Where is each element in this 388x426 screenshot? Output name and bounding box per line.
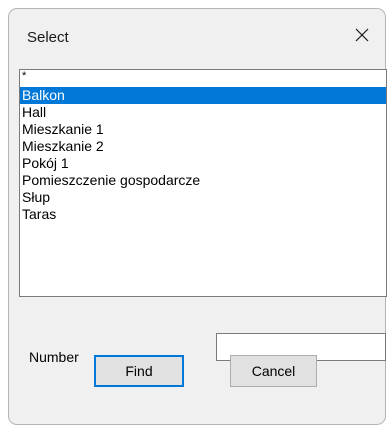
close-icon: [355, 28, 369, 42]
list-item-balkon[interactable]: Balkon: [20, 87, 386, 104]
dialog-title: Select: [27, 29, 69, 46]
list-item-hall[interactable]: Hall: [20, 104, 386, 121]
number-label: Number: [29, 349, 79, 365]
cancel-button[interactable]: Cancel: [230, 355, 317, 387]
list-item-slup[interactable]: Słup: [20, 189, 386, 206]
select-dialog: Select * Balkon Hall Mieszkanie 1 Mieszk…: [8, 8, 387, 425]
list-item-all[interactable]: *: [20, 70, 386, 87]
list-item-taras[interactable]: Taras: [20, 206, 386, 223]
list-item-mieszkanie-1[interactable]: Mieszkanie 1: [20, 121, 386, 138]
list-item-pokoj-1[interactable]: Pokój 1: [20, 155, 386, 172]
list-item-mieszkanie-2[interactable]: Mieszkanie 2: [20, 138, 386, 155]
list-item-pomieszczenie-gospodarcze[interactable]: Pomieszczenie gospodarcze: [20, 172, 386, 189]
find-button[interactable]: Find: [94, 355, 184, 387]
close-button[interactable]: [339, 15, 385, 55]
item-listbox[interactable]: * Balkon Hall Mieszkanie 1 Mieszkanie 2 …: [19, 69, 387, 297]
title-bar[interactable]: Select: [9, 9, 385, 55]
